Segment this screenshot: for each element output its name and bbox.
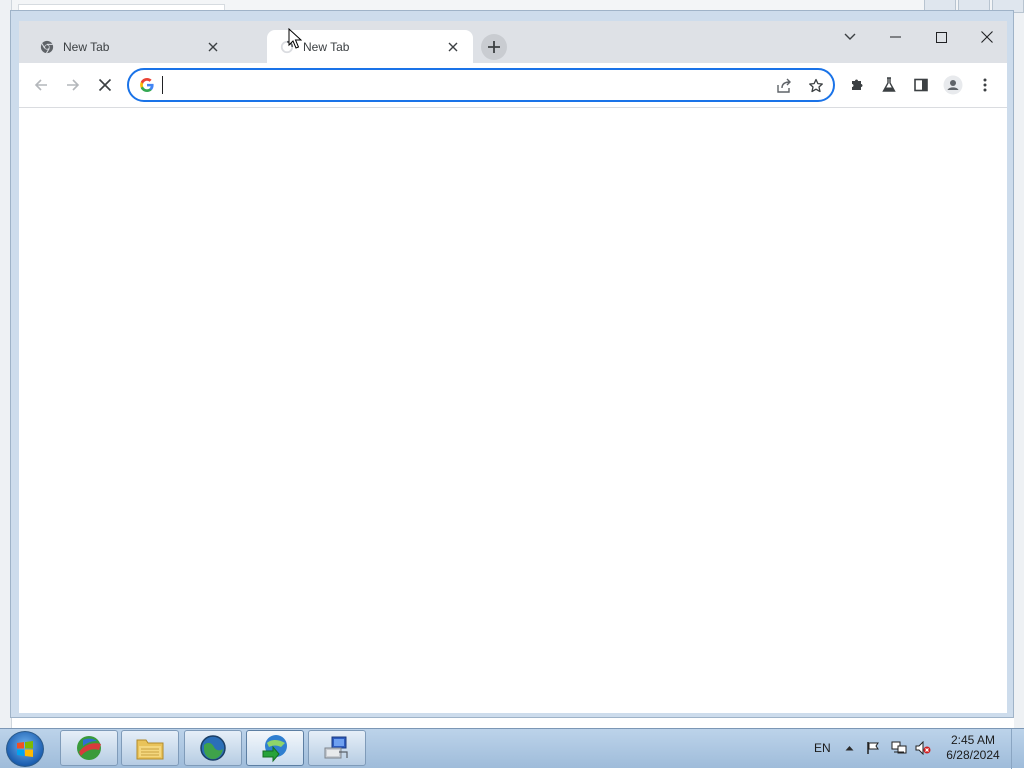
side-panel-button[interactable]	[907, 71, 935, 99]
download-manager-icon	[262, 735, 287, 763]
volume-button[interactable]	[915, 729, 931, 767]
bookmark-button[interactable]	[805, 75, 827, 97]
chevron-down-icon	[844, 33, 856, 40]
globe-browser-icon	[200, 735, 226, 761]
tab-close-icon[interactable]	[445, 39, 461, 55]
system-clock[interactable]: 2:45 AM 6/28/2024	[937, 733, 1009, 763]
taskbar-app-explorer[interactable]	[121, 730, 179, 766]
chevron-up-icon	[845, 746, 854, 751]
windows-logo-icon	[17, 741, 33, 757]
stop-icon	[98, 78, 112, 92]
network-icon	[891, 741, 907, 754]
new-tab-button[interactable]	[481, 34, 507, 60]
forward-button[interactable]	[59, 71, 87, 99]
language-label: EN	[814, 741, 831, 755]
extensions-button[interactable]	[843, 71, 871, 99]
tab-close-icon[interactable]	[205, 39, 221, 55]
taskbar-app-download-manager[interactable]	[246, 730, 304, 766]
labs-button[interactable]	[875, 71, 903, 99]
bookmark-star-icon	[809, 78, 823, 93]
extensions-puzzle-icon	[852, 79, 863, 90]
stop-loading-button[interactable]	[91, 71, 119, 99]
forward-arrow-icon	[67, 79, 80, 91]
tab-search-button[interactable]	[827, 21, 873, 53]
action-center-flag-icon	[867, 742, 879, 754]
taskbar-app-network[interactable]	[308, 730, 366, 766]
close-icon	[981, 31, 993, 43]
start-button[interactable]	[6, 731, 44, 767]
volume-muted-icon	[915, 741, 931, 755]
orb-app-icon	[77, 736, 101, 760]
more-menu-button[interactable]	[971, 71, 999, 99]
address-bar[interactable]	[127, 68, 835, 102]
profile-avatar-icon	[943, 75, 963, 95]
back-button[interactable]	[27, 71, 55, 99]
file-explorer-icon	[136, 739, 164, 760]
more-menu-icon	[983, 78, 987, 92]
clock-time: 2:45 AM	[950, 733, 996, 747]
labs-flask-icon	[882, 77, 896, 92]
chrome-icon	[39, 39, 55, 55]
maximize-button[interactable]	[918, 21, 964, 53]
tab-strip: New Tab New Tab	[19, 21, 1007, 63]
tab-inactive[interactable]: New Tab	[27, 30, 233, 63]
browser-window: New Tab New Tab	[10, 10, 1014, 718]
language-indicator[interactable]: EN	[814, 729, 831, 767]
address-input[interactable]	[159, 75, 743, 97]
taskbar-app-browser[interactable]	[184, 730, 242, 766]
google-g-icon	[140, 78, 154, 92]
tab-title: New Tab	[63, 39, 110, 54]
network-button[interactable]	[891, 729, 907, 767]
network-computer-icon	[324, 736, 348, 759]
clock-date: 6/28/2024	[946, 748, 1000, 762]
browser-frame: New Tab New Tab	[19, 21, 1007, 713]
mouse-cursor-icon	[288, 28, 302, 49]
minimize-button[interactable]	[872, 21, 918, 53]
maximize-icon	[935, 31, 947, 43]
plus-icon	[488, 41, 500, 53]
back-arrow-icon	[34, 79, 47, 91]
text-caret	[162, 76, 163, 94]
desktop-right-edge	[1014, 0, 1024, 728]
tab-title: New Tab	[303, 39, 350, 54]
share-button[interactable]	[773, 75, 795, 97]
close-window-button[interactable]	[964, 21, 1010, 53]
share-icon	[777, 78, 791, 93]
taskbar: EN 2:45 AM 6/28/2024	[0, 728, 1024, 769]
navigation-toolbar	[19, 63, 1007, 108]
minimize-icon	[889, 36, 901, 38]
side-panel-icon	[914, 78, 928, 92]
page-content[interactable]	[19, 108, 1007, 713]
show-hidden-icons-button[interactable]	[845, 729, 854, 767]
profile-button[interactable]	[939, 71, 967, 99]
action-center-button[interactable]	[866, 729, 880, 767]
show-desktop-button[interactable]	[1011, 729, 1024, 769]
taskbar-app-orb[interactable]	[60, 730, 118, 766]
